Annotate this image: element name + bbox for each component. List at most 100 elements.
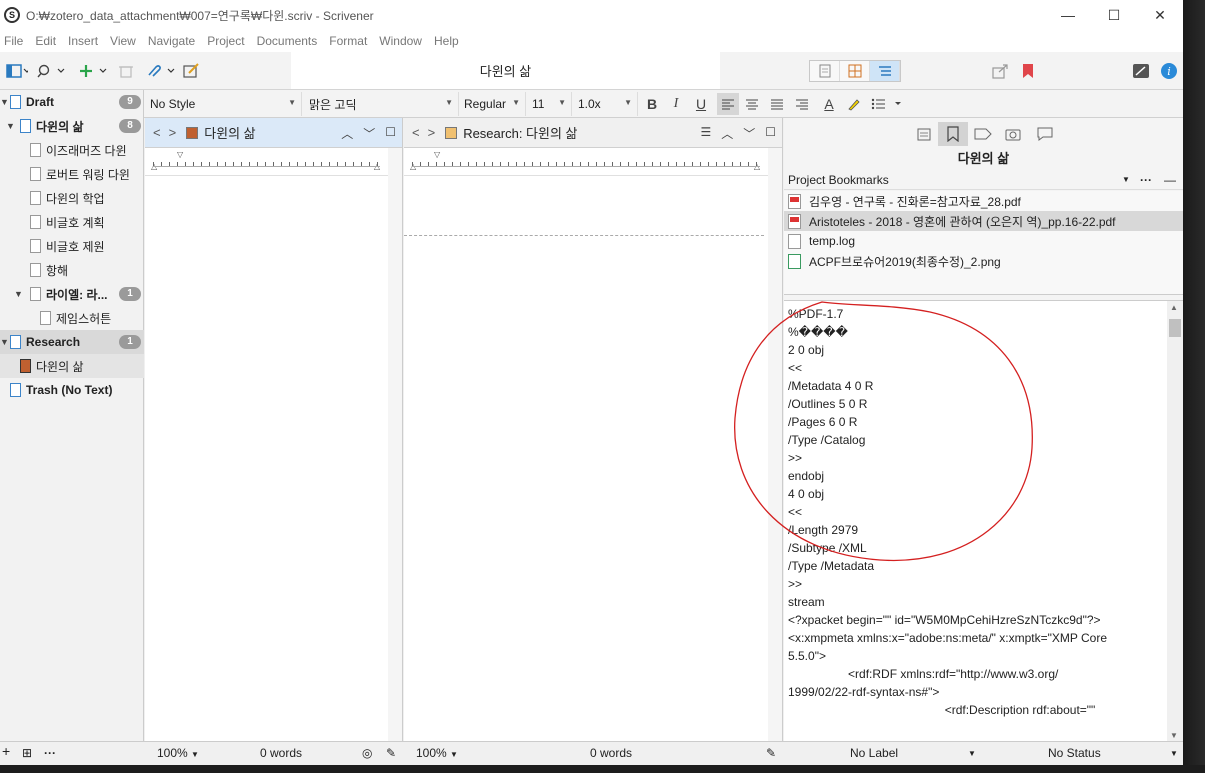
binder-item-research-darwin[interactable]: 다윈의 삶: [0, 354, 144, 378]
compose-mode-icon[interactable]: [1130, 61, 1152, 81]
split-view-icon[interactable]: ☐: [385, 125, 396, 142]
bookmark-preview[interactable]: %PDF-1.7 %���� 2 0 obj << /Metadata 4 0 R/Ou…: [784, 300, 1183, 741]
comments-icon[interactable]: [1030, 122, 1060, 146]
menu-view[interactable]: View: [110, 34, 136, 48]
trash-icon[interactable]: [116, 61, 136, 81]
target-icon[interactable]: ◎: [362, 746, 372, 760]
bookmark-item[interactable]: 김우영 - 연구록 - 진화론=참고자료_28.pdf: [784, 191, 1183, 211]
ruler[interactable]: ▽ △ △: [145, 148, 402, 176]
scrivenings-view-icon[interactable]: [810, 61, 840, 81]
chevron-down-icon[interactable]: ﹀: [743, 125, 755, 142]
align-left-button[interactable]: [717, 93, 739, 115]
menu-edit[interactable]: Edit: [35, 34, 56, 48]
quick-reference-icon[interactable]: [182, 61, 202, 81]
chevron-down-icon[interactable]: ▼: [0, 337, 9, 347]
menu-insert[interactable]: Insert: [68, 34, 98, 48]
underline-button[interactable]: U: [690, 93, 712, 115]
scroll-down-icon[interactable]: ▼: [1170, 731, 1178, 740]
chevron-down-icon[interactable]: ▼: [1170, 749, 1178, 758]
menu-navigate[interactable]: Navigate: [148, 34, 195, 48]
scrollbar[interactable]: ▲ ▼: [1167, 301, 1183, 741]
binder-item-darwin-life[interactable]: ▼ 다윈의 삶 8: [0, 114, 144, 138]
chevron-down-icon[interactable]: ▼: [14, 289, 23, 299]
list-style-icon[interactable]: [870, 93, 904, 115]
add-icon[interactable]: +: [2, 743, 10, 759]
binder-item-voyage[interactable]: 항해: [0, 258, 144, 282]
minimize-button[interactable]: —: [1045, 0, 1091, 30]
style-select[interactable]: No Style ▼: [146, 92, 302, 116]
binder-item-hutton[interactable]: 제임스허튼: [0, 306, 144, 330]
binder-item-beagle-plan[interactable]: 비글호 계획: [0, 210, 144, 234]
add-item-icon[interactable]: [78, 61, 110, 81]
align-center-button[interactable]: [741, 93, 763, 115]
scrollbar-thumb[interactable]: [1169, 319, 1181, 337]
forward-arrow-icon[interactable]: >: [428, 125, 436, 140]
menu-file[interactable]: File: [4, 34, 23, 48]
attachment-icon[interactable]: [144, 61, 178, 81]
menu-project[interactable]: Project: [207, 34, 244, 48]
bookmarks-icon[interactable]: [938, 122, 968, 146]
binder-item-beagle-spec[interactable]: 비글호 제원: [0, 234, 144, 258]
forward-arrow-icon[interactable]: >: [169, 125, 177, 140]
outliner-view-icon[interactable]: [870, 61, 900, 81]
highlight-icon[interactable]: [843, 93, 865, 115]
bookmarks-header-label[interactable]: Project Bookmarks: [788, 173, 889, 187]
bookmark-item[interactable]: ACPF브로슈어2019(최종수정)_2.png: [784, 251, 1183, 271]
binder-item-trash[interactable]: Trash (No Text): [0, 378, 144, 402]
ruler[interactable]: ▽ △ △: [404, 148, 782, 176]
text-color-button[interactable]: A: [818, 93, 840, 115]
editor-left-zoom[interactable]: 100% ▼: [157, 746, 199, 760]
notes-icon[interactable]: [910, 122, 940, 146]
edit-icon[interactable]: ✎: [766, 746, 776, 760]
metadata-icon[interactable]: [968, 122, 998, 146]
binder-item-draft[interactable]: ▼ Draft 9: [0, 90, 144, 114]
chevron-up-icon[interactable]: ︿: [721, 125, 733, 142]
scrollbar[interactable]: [768, 148, 782, 741]
menu-window[interactable]: Window: [379, 34, 422, 48]
corkboard-view-icon[interactable]: [840, 61, 870, 81]
align-right-button[interactable]: [791, 93, 813, 115]
editor-right-zoom[interactable]: 100% ▼: [416, 746, 458, 760]
menu-format[interactable]: Format: [329, 34, 367, 48]
menu-lines-icon[interactable]: ☰: [700, 125, 711, 142]
more-options-icon[interactable]: ···: [44, 746, 56, 760]
add-folder-icon[interactable]: ⊞: [22, 746, 32, 760]
back-arrow-icon[interactable]: <: [412, 125, 420, 140]
inspector-toggle-icon[interactable]: i: [1158, 61, 1180, 81]
chevron-down-icon[interactable]: ▼: [968, 749, 976, 758]
split-view-icon[interactable]: ☐: [765, 125, 776, 142]
label-select[interactable]: No Label: [850, 746, 898, 760]
editor-left[interactable]: < > 다윈의 삶 ︿ ﹀ ☐ ▽ △ △: [145, 118, 403, 741]
close-button[interactable]: ✕: [1137, 0, 1183, 30]
status-select[interactable]: No Status: [1048, 746, 1101, 760]
scroll-up-icon[interactable]: ▲: [1170, 303, 1178, 312]
maximize-button[interactable]: ☐: [1091, 0, 1137, 30]
align-justify-button[interactable]: [766, 93, 788, 115]
line-spacing-select[interactable]: 1.0x ▼: [574, 92, 638, 116]
italic-button[interactable]: I: [665, 93, 687, 115]
back-arrow-icon[interactable]: <: [153, 125, 161, 140]
more-options-icon[interactable]: ···: [1140, 173, 1152, 187]
share-icon[interactable]: [990, 61, 1012, 81]
snapshots-icon[interactable]: [998, 122, 1028, 146]
menu-documents[interactable]: Documents: [257, 34, 318, 48]
chevron-up-icon[interactable]: ︿: [341, 125, 353, 142]
binder-item-lyell[interactable]: ▼ 라이엘: 라... 1: [0, 282, 144, 306]
bookmark-icon[interactable]: [1018, 61, 1038, 81]
collapse-icon[interactable]: —: [1164, 173, 1176, 187]
bold-button[interactable]: B: [641, 93, 663, 115]
binder-item-research[interactable]: ▼ Research 1: [0, 330, 144, 354]
editor-right[interactable]: < > Research: 다윈의 삶 ☰ ︿ ﹀ ☐ ▽ △ △: [404, 118, 783, 741]
scrollbar[interactable]: [388, 148, 402, 741]
bookmark-item[interactable]: Aristoteles - 2018 - 영혼에 관하여 (오은지 역)_pp.…: [784, 211, 1183, 231]
binder-item-study[interactable]: 다윈의 학업: [0, 186, 144, 210]
search-icon[interactable]: [36, 61, 68, 81]
size-select[interactable]: 11 ▼: [528, 92, 572, 116]
chevron-down-icon[interactable]: ▼: [1122, 175, 1130, 184]
chevron-down-icon[interactable]: ▼: [0, 97, 9, 107]
edit-icon[interactable]: ✎: [386, 746, 396, 760]
binder-toggle-icon[interactable]: [2, 61, 32, 81]
menu-help[interactable]: Help: [434, 34, 459, 48]
chevron-down-icon[interactable]: ﹀: [363, 125, 375, 142]
binder-item-erasmus[interactable]: 이즈래머즈 다윈: [0, 138, 144, 162]
